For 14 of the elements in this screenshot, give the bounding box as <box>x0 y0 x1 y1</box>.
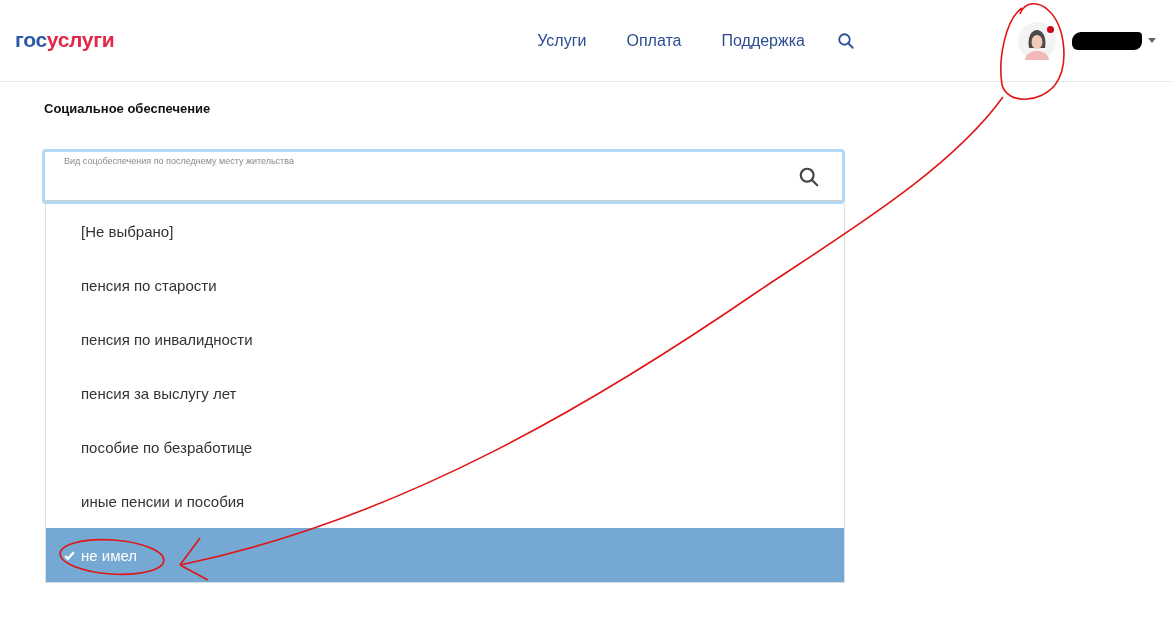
nav-link[interactable]: Оплата <box>626 31 682 50</box>
avatar[interactable] <box>1018 21 1056 60</box>
person-silhouette-icon <box>1024 27 1050 60</box>
search-icon <box>798 165 820 188</box>
logo[interactable]: госуслуги <box>15 27 115 52</box>
search-button[interactable] <box>836 31 855 50</box>
search-icon <box>836 31 855 50</box>
caret-icon[interactable] <box>1148 38 1156 43</box>
select-field[interactable]: Вид соцобеспечения по последнему месту жительства <box>42 149 845 204</box>
nav-link[interactable]: Поддержка <box>721 31 805 50</box>
nav-link[interactable]: Услуги <box>537 31 587 50</box>
section-title: Социальное обеспечение <box>44 101 212 116</box>
field-label: Вид соцобеспечения по последнему месту жительства <box>64 156 294 166</box>
redaction-mark <box>1072 31 1142 50</box>
